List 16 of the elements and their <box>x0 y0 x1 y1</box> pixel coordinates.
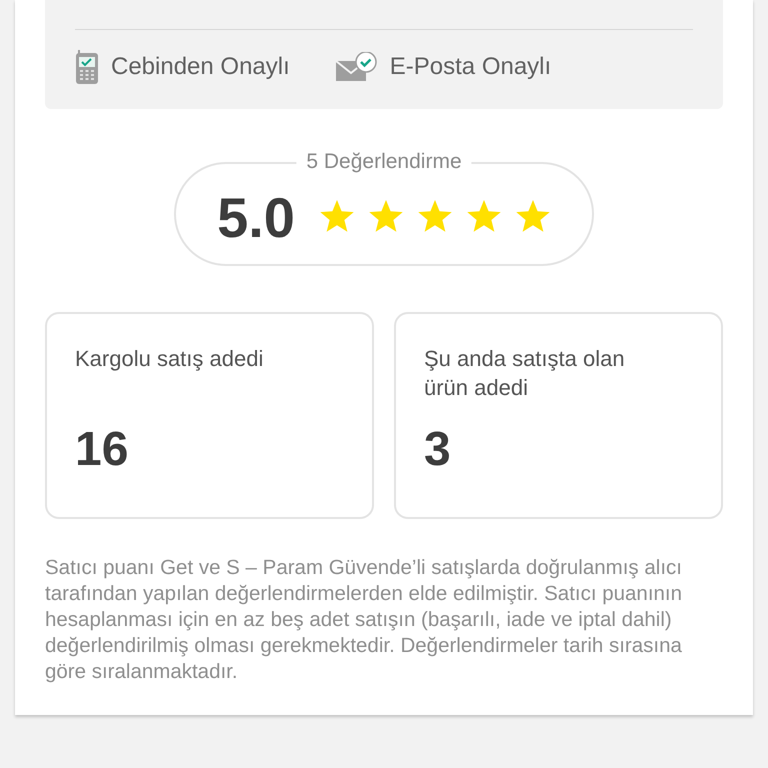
verification-label: Cebinden Onaylı <box>111 53 290 81</box>
rating-note: Satıcı puanı Get ve S – Param Güvende’li satışlarda doğrulanmış alıcı tarafından yapılan değerlendirmelerden elde edilmiştir. Satıcı puanının hesaplanması için en az beş adet satışın (başarılı, iade ve iptal dahil) değerlendirilmiş olması gerekmektedir. Değerlendirmeler tarih sırasına göre sıralanmaktadır. <box>45 555 684 685</box>
stat-label: Kargolu satış adedi <box>75 345 264 373</box>
stat-value: 16 <box>75 422 130 477</box>
stat-value: 3 <box>424 422 452 477</box>
rating-count: 5 Değerlendirme <box>296 150 472 174</box>
star-icon <box>368 200 404 234</box>
phone-check-icon <box>75 50 99 84</box>
rating-score: 5.0 <box>217 184 295 250</box>
envelope-check-icon <box>336 52 378 82</box>
star-icon <box>466 200 502 234</box>
star-icon <box>514 200 551 234</box>
verification-label: E-Posta Onaylı <box>390 53 552 81</box>
star-icon <box>416 200 453 234</box>
star-icon <box>318 200 355 234</box>
stat-label: Şu anda satışta olan ürün adedi <box>424 345 626 402</box>
